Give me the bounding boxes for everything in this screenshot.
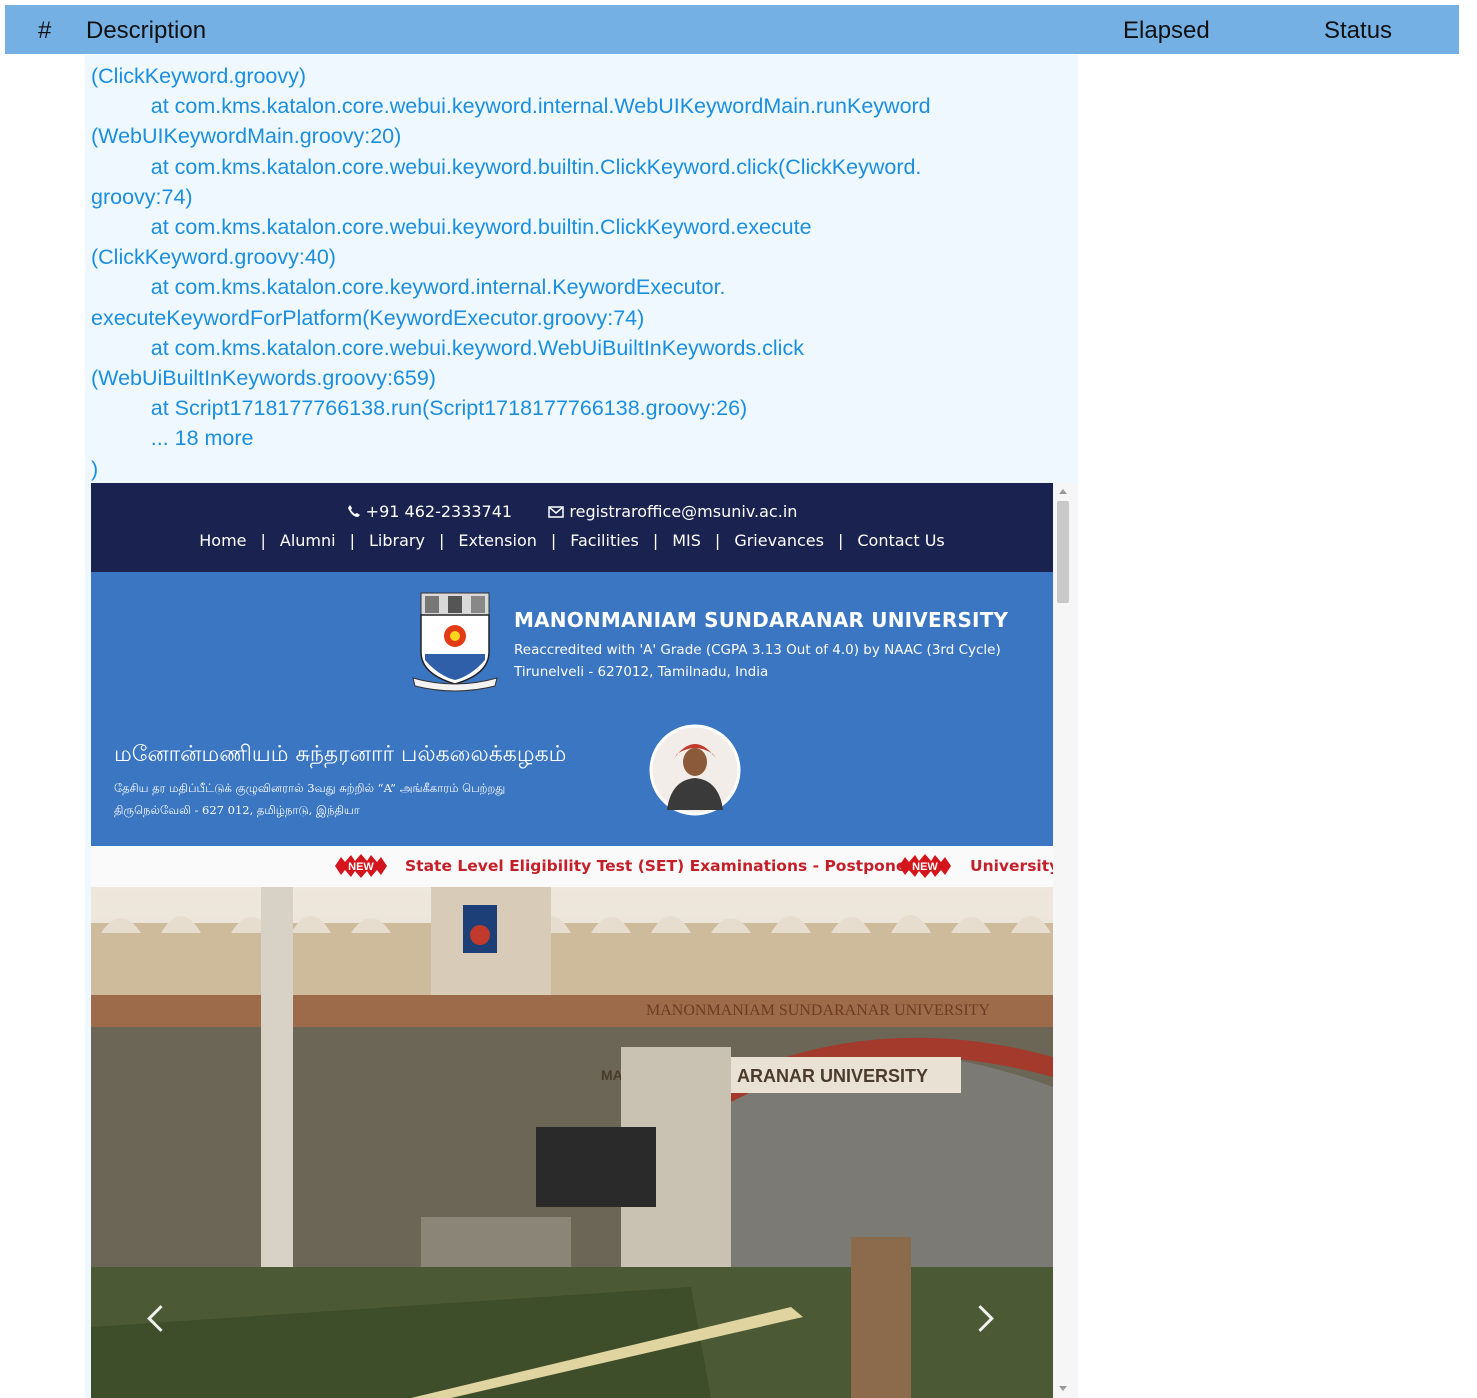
column-elapsed: Elapsed	[1123, 17, 1210, 44]
svg-text:MANONMANIAM SUNDARANAR UNIVERS: MANONMANIAM SUNDARANAR UNIVERSITY	[646, 1002, 990, 1019]
column-description: Description	[86, 17, 207, 44]
ticker-item-set-exam[interactable]: State Level Eligibility Test (SET) Exami…	[405, 857, 917, 875]
report-table-header: # Description Elapsed Status	[5, 5, 1459, 54]
phone-number[interactable]: +91 462-2333741	[366, 502, 512, 521]
new-badge-icon: NEW	[335, 854, 387, 878]
stack-trace: (ClickKeyword.groovy) at com.kms.katalon…	[91, 64, 931, 481]
university-crest-logo[interactable]	[411, 590, 499, 694]
tamil-location: திருநெல்வேலி - 627 012, தமிழ்நாடு, இந்தி…	[114, 803, 360, 817]
scroll-thumb[interactable]	[1057, 501, 1069, 603]
nav-grievances[interactable]: Grievances	[734, 531, 824, 550]
scroll-up-icon[interactable]	[1059, 489, 1067, 494]
column-status: Status	[1324, 17, 1393, 44]
university-banner: MANONMANIAM SUNDARANAR UNIVERSITY Reaccr…	[91, 572, 1053, 846]
nav-mis[interactable]: MIS	[672, 531, 701, 550]
screenshot-scrollbar[interactable]	[1053, 483, 1077, 1398]
nav-facilities[interactable]: Facilities	[570, 531, 639, 550]
site-nav: Home | Alumni | Library | Extension | Facilities…	[199, 531, 945, 550]
location-text: Tirunelveli - 627012, Tamilnadu, India	[514, 664, 769, 680]
new-badge-icon: NEW	[899, 854, 951, 878]
nav-contact-us[interactable]: Contact Us	[857, 531, 944, 550]
svg-text:ARANAR UNIVERSITY: ARANAR UNIVERSITY	[737, 1066, 928, 1086]
tamil-university-name: மனோன்மணியம் சுந்தரனார் பல்கலைக்கழகம்	[114, 742, 567, 767]
site-topbar: +91 462-2333741 registraroffice@msuniv.a…	[91, 483, 1053, 572]
svg-text:NEW: NEW	[912, 861, 938, 873]
column-index: #	[38, 17, 52, 44]
ticker-item-university[interactable]: University	[970, 857, 1053, 875]
tamil-accreditation: தேசிய தர மதிப்பீட்டுக் குழுவினரால் 3வது …	[114, 781, 506, 795]
phone-icon	[347, 502, 366, 521]
email-link[interactable]: registraroffice@msuniv.ac.in	[569, 502, 797, 521]
campus-gate-photo: MANONMANIAM SUNDARANAR UNIVERSITY ARANAR…	[91, 887, 1053, 1398]
nav-home[interactable]: Home	[199, 531, 246, 550]
news-ticker: NEW State Level Eligibility Test (SET) E…	[91, 846, 1053, 887]
envelope-icon	[548, 502, 569, 521]
university-name: MANONMANIAM SUNDARANAR UNIVERSITY	[514, 608, 1009, 632]
svg-text:NEW: NEW	[348, 861, 374, 873]
university-details: Reaccredited with 'A' Grade (CGPA 3.13 O…	[514, 639, 1001, 683]
founder-portrait	[649, 724, 741, 816]
nav-extension[interactable]: Extension	[458, 531, 537, 550]
embedded-screenshot: +91 462-2333741 registraroffice@msuniv.a…	[91, 483, 1053, 1398]
tamil-details: தேசிய தர மதிப்பீட்டுக் குழுவினரால் 3வது …	[114, 777, 505, 821]
scroll-down-icon[interactable]	[1059, 1386, 1067, 1391]
contact-line: +91 462-2333741 registraroffice@msuniv.a…	[91, 502, 1053, 521]
nav-library[interactable]: Library	[369, 531, 425, 550]
nav-alumni[interactable]: Alumni	[280, 531, 336, 550]
accreditation-text: Reaccredited with 'A' Grade (CGPA 3.13 O…	[514, 642, 1001, 658]
